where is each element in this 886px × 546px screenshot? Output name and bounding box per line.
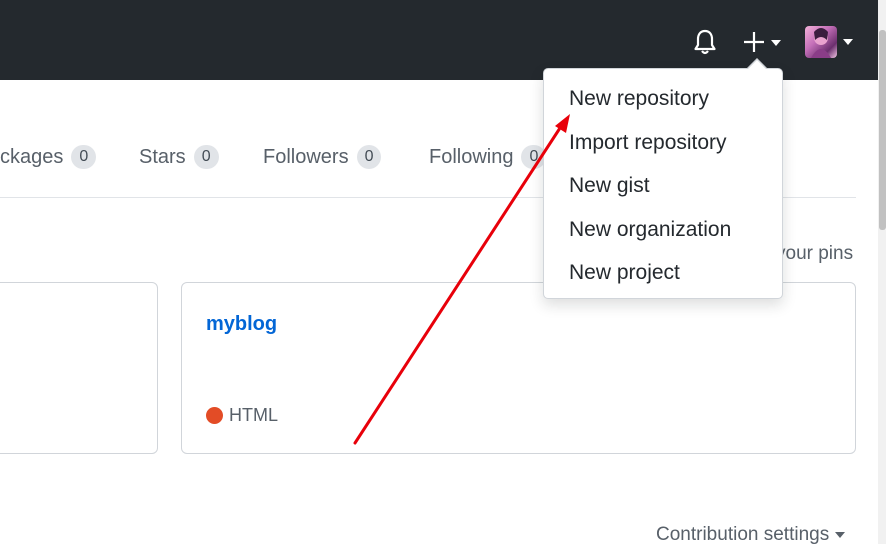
tab-followers[interactable]: Followers 0 xyxy=(263,140,382,174)
tab-packages[interactable]: ckages 0 xyxy=(0,140,97,174)
contribution-settings-label: Contribution settings xyxy=(656,524,830,545)
customize-pins-link[interactable]: your pins xyxy=(776,243,853,265)
contribution-settings-button[interactable]: Contribution settings xyxy=(656,524,846,546)
plus-icon xyxy=(744,32,764,52)
scrollbar-thumb[interactable] xyxy=(879,30,886,230)
bell-icon[interactable] xyxy=(692,28,718,56)
repo-language: HTML xyxy=(206,405,278,426)
language-color-dot xyxy=(206,407,223,424)
menu-item-new-organization[interactable]: New organization xyxy=(569,218,731,242)
menu-item-new-gist[interactable]: New gist xyxy=(569,174,650,198)
tab-counter: 0 xyxy=(356,145,382,169)
tab-counter: 0 xyxy=(193,145,219,169)
tab-following[interactable]: Following 0 xyxy=(429,140,547,174)
menu-item-new-repository[interactable]: New repository xyxy=(569,87,709,111)
language-label: HTML xyxy=(229,405,278,425)
avatar xyxy=(805,26,837,58)
menu-item-new-project[interactable]: New project xyxy=(569,261,680,285)
create-new-dropdown: New repository Import repository New gis… xyxy=(543,68,783,299)
tab-label: Stars xyxy=(139,145,186,168)
tab-label: ckages xyxy=(0,145,64,168)
chevron-down-icon xyxy=(771,40,781,46)
tab-label: Followers xyxy=(263,145,349,168)
dropdown-pointer xyxy=(747,60,767,70)
chevron-down-icon xyxy=(835,532,846,538)
pinned-repo-card xyxy=(0,282,158,454)
pinned-repo-card: myblog HTML xyxy=(181,282,856,454)
menu-item-import-repository[interactable]: Import repository xyxy=(569,131,727,155)
tab-stars[interactable]: Stars 0 xyxy=(139,140,219,174)
create-new-button[interactable] xyxy=(740,30,786,56)
user-menu-button[interactable] xyxy=(805,26,857,58)
tab-counter: 0 xyxy=(71,145,97,169)
chevron-down-icon xyxy=(843,39,853,45)
repo-link[interactable]: myblog xyxy=(206,313,277,336)
tab-label: Following xyxy=(429,145,514,168)
